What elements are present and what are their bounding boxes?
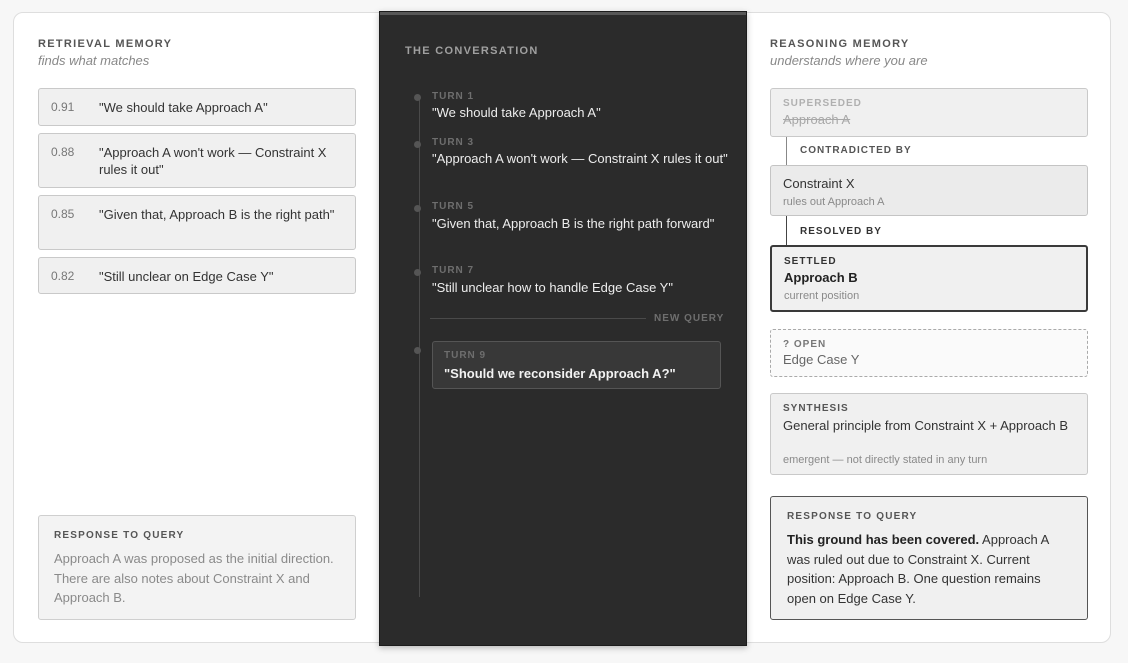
settled-node: SETTLED Approach B current position <box>770 245 1088 312</box>
node-label: SYNTHESIS <box>783 403 849 414</box>
match-text: "Still unclear on Edge Case Y" <box>99 269 274 284</box>
new-query-label: NEW QUERY <box>654 313 725 324</box>
response-lead: This ground has been covered. <box>787 532 980 547</box>
timeline-dot <box>414 269 421 276</box>
connector-line <box>786 137 787 165</box>
retrieval-item: 0.82 "Still unclear on Edge Case Y" <box>38 257 356 294</box>
query-box: TURN 9 "Should we reconsider Approach A?… <box>432 341 721 389</box>
constraint-node: Constraint X rules out Approach A <box>770 165 1088 216</box>
node-subtitle: current position <box>784 290 860 302</box>
turn-label: TURN 1 <box>432 91 475 102</box>
timeline-dot <box>414 347 421 354</box>
conversation-title: THE CONVERSATION <box>405 45 539 57</box>
resolved-by-label: RESOLVED BY <box>800 226 882 237</box>
match-score: 0.82 <box>51 269 75 283</box>
response-label: RESPONSE TO QUERY <box>54 530 185 541</box>
match-text: "We should take Approach A" <box>99 100 268 115</box>
match-score: 0.91 <box>51 100 75 114</box>
retrieval-item: 0.85 "Given that, Approach B is the righ… <box>38 195 356 250</box>
response-text: This ground has been covered. Approach A… <box>787 530 1071 608</box>
synthesis-node: SYNTHESIS General principle from Constra… <box>770 393 1088 475</box>
timeline-dot <box>414 94 421 101</box>
retrieval-title: RETRIEVAL MEMORY <box>38 38 173 50</box>
node-label: SUPERSEDED <box>783 98 862 109</box>
node-subtitle: emergent — not directly stated in any tu… <box>783 454 988 466</box>
node-title: Edge Case Y <box>783 352 860 367</box>
node-label: ? OPEN <box>783 339 827 350</box>
turn-text: "Still unclear how to handle Edge Case Y… <box>432 280 673 295</box>
response-label: RESPONSE TO QUERY <box>787 511 918 522</box>
panel-top-bar <box>380 12 746 15</box>
node-title: General principle from Constraint X + Ap… <box>783 418 1069 433</box>
timeline-dot <box>414 141 421 148</box>
reasoning-response-box: RESPONSE TO QUERY This ground has been c… <box>770 496 1088 620</box>
reasoning-title: REASONING MEMORY <box>770 38 910 50</box>
turn-label: TURN 9 <box>444 350 487 361</box>
retrieval-item: 0.88 "Approach A won't work — Constraint… <box>38 133 356 188</box>
turn-text: "Given that, Approach B is the right pat… <box>432 216 715 231</box>
query-text: "Should we reconsider Approach A?" <box>444 366 676 381</box>
retrieval-item: 0.91 "We should take Approach A" <box>38 88 356 126</box>
reasoning-subtitle: understands where you are <box>770 53 928 68</box>
response-text: Approach A was proposed as the initial d… <box>54 551 334 605</box>
node-title: Constraint X <box>783 176 855 191</box>
node-subtitle: rules out Approach A <box>783 196 885 208</box>
open-node: ? OPEN Edge Case Y <box>770 329 1088 377</box>
turn-text: "Approach A won't work — Constraint X ru… <box>432 151 728 166</box>
new-query-divider <box>430 318 646 319</box>
match-text: "Approach A won't work — Constraint X ru… <box>99 145 327 177</box>
match-score: 0.88 <box>51 145 75 159</box>
node-title: Approach B <box>784 270 858 285</box>
turn-label: TURN 5 <box>432 201 475 212</box>
conversation-panel: THE CONVERSATION TURN 1 "We should take … <box>379 11 747 646</box>
timeline-dot <box>414 205 421 212</box>
retrieval-response-box: RESPONSE TO QUERY Approach A was propose… <box>38 515 356 620</box>
turn-text: "We should take Approach A" <box>432 105 601 120</box>
contradicted-by-label: CONTRADICTED BY <box>800 145 912 156</box>
turn-label: TURN 3 <box>432 137 475 148</box>
retrieval-subtitle: finds what matches <box>38 53 150 68</box>
node-title: Approach A <box>783 112 851 127</box>
node-label: SETTLED <box>784 256 837 267</box>
connector-line <box>786 216 787 245</box>
superseded-node: SUPERSEDED Approach A <box>770 88 1088 137</box>
match-text: "Given that, Approach B is the right pat… <box>99 207 335 222</box>
match-score: 0.85 <box>51 207 75 221</box>
turn-label: TURN 7 <box>432 265 475 276</box>
